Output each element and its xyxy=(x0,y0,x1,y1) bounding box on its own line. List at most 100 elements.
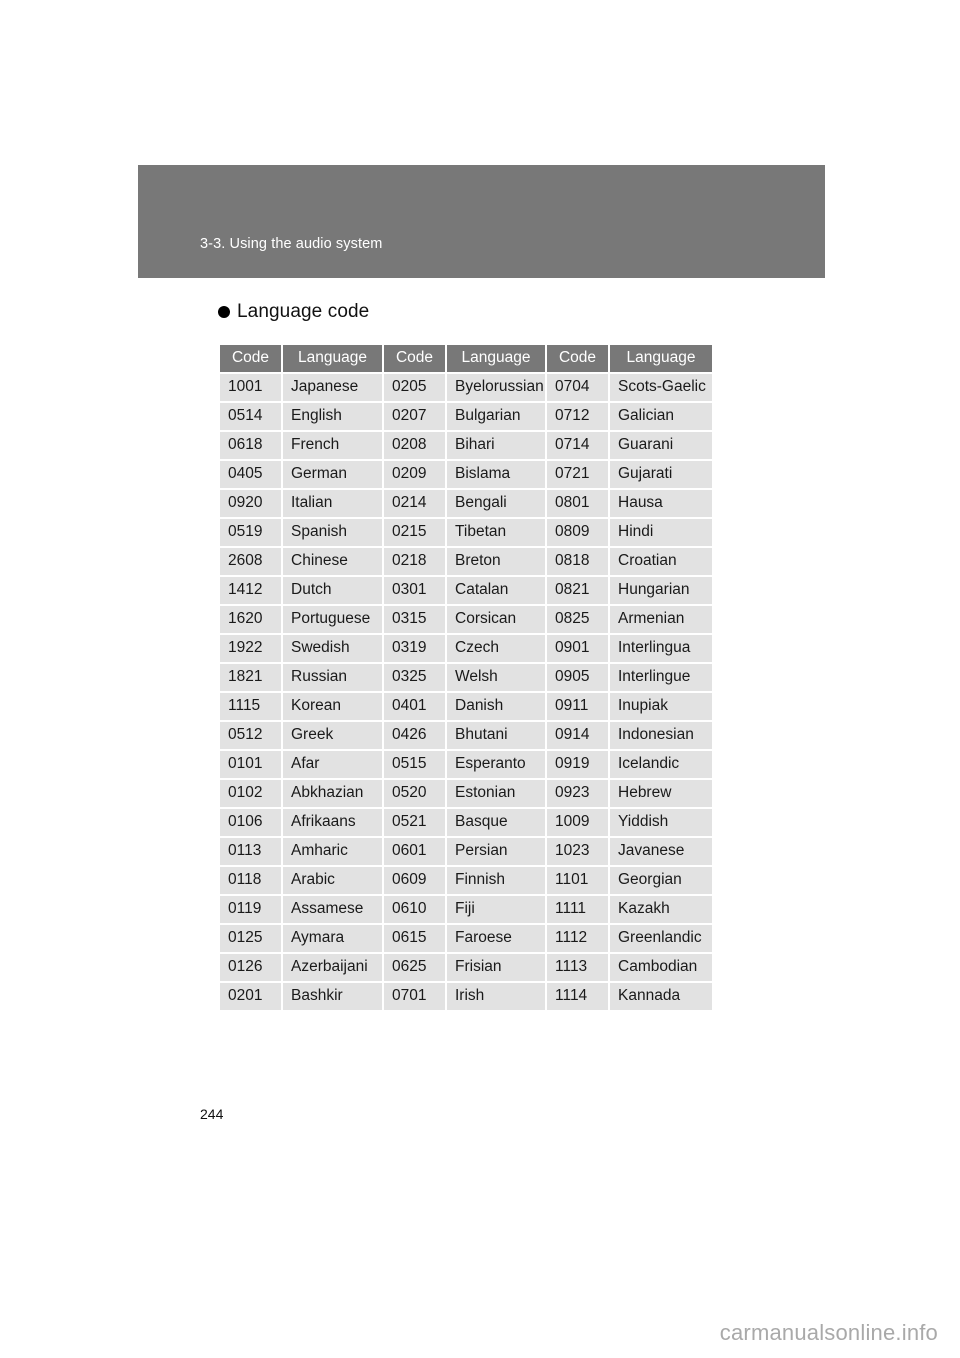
language-cell: Icelandic xyxy=(610,751,712,780)
language-cell: Interlingue xyxy=(610,664,712,693)
code-cell: 0712 xyxy=(547,403,610,432)
language-cell: Fiji xyxy=(447,896,547,925)
code-cell: 0521 xyxy=(384,809,447,838)
table-row: 1821 Russian 0325 Welsh 0905 Interlingue xyxy=(220,664,712,693)
code-cell: 0426 xyxy=(384,722,447,751)
code-cell: 0102 xyxy=(220,780,283,809)
code-cell: 0601 xyxy=(384,838,447,867)
code-cell: 1009 xyxy=(547,809,610,838)
column-header-2: Code xyxy=(384,345,447,374)
code-cell: 0207 xyxy=(384,403,447,432)
code-cell: 1101 xyxy=(547,867,610,896)
language-cell: Bengali xyxy=(447,490,547,519)
code-cell: 0113 xyxy=(220,838,283,867)
language-cell: Assamese xyxy=(283,896,384,925)
manual-page: 3-3. Using the audio system Language cod… xyxy=(0,0,960,1358)
language-cell: Bhutani xyxy=(447,722,547,751)
code-cell: 0905 xyxy=(547,664,610,693)
code-cell: 1001 xyxy=(220,374,283,403)
table-row: 0519 Spanish 0215 Tibetan 0809 Hindi xyxy=(220,519,712,548)
code-cell: 0401 xyxy=(384,693,447,722)
column-header-5: Language xyxy=(610,345,712,374)
code-cell: 0106 xyxy=(220,809,283,838)
table-row: 1115 Korean 0401 Danish 0911 Inupiak xyxy=(220,693,712,722)
language-code-table: Code Language Code Language Code Language 100… xyxy=(220,345,712,1010)
language-cell: Catalan xyxy=(447,577,547,606)
table-header: Code Language Code Language Code Language xyxy=(220,345,712,374)
code-cell: 0205 xyxy=(384,374,447,403)
language-cell: Afar xyxy=(283,751,384,780)
code-cell: 0118 xyxy=(220,867,283,896)
language-cell: Russian xyxy=(283,664,384,693)
table-row: 1620 Portuguese 0315 Corsican 0825 Armenian xyxy=(220,606,712,635)
column-header-4: Code xyxy=(547,345,610,374)
section-header-band: 3-3. Using the audio system xyxy=(138,165,825,278)
language-cell: Breton xyxy=(447,548,547,577)
table-row: 0126 Azerbaijani 0625 Frisian 1113 Cambodian xyxy=(220,954,712,983)
code-cell: 0610 xyxy=(384,896,447,925)
code-cell: 1115 xyxy=(220,693,283,722)
table-row: 0102 Abkhazian 0520 Estonian 0923 Hebrew xyxy=(220,780,712,809)
code-cell: 0405 xyxy=(220,461,283,490)
language-cell: Georgian xyxy=(610,867,712,896)
code-cell: 0809 xyxy=(547,519,610,548)
language-cell: Guarani xyxy=(610,432,712,461)
section-title: 3-3. Using the audio system xyxy=(200,236,383,252)
language-cell: Afrikaans xyxy=(283,809,384,838)
table-row: 0618 French 0208 Bihari 0714 Guarani xyxy=(220,432,712,461)
language-cell: Corsican xyxy=(447,606,547,635)
language-cell: Japanese xyxy=(283,374,384,403)
language-cell: Kazakh xyxy=(610,896,712,925)
code-cell: 0119 xyxy=(220,896,283,925)
table-row: 2608 Chinese 0218 Breton 0818 Croatian xyxy=(220,548,712,577)
language-cell: Danish xyxy=(447,693,547,722)
code-cell: 0923 xyxy=(547,780,610,809)
code-cell: 0514 xyxy=(220,403,283,432)
code-cell: 0609 xyxy=(384,867,447,896)
language-cell: Croatian xyxy=(610,548,712,577)
language-cell: Armenian xyxy=(610,606,712,635)
code-cell: 0515 xyxy=(384,751,447,780)
language-cell: Cambodian xyxy=(610,954,712,983)
language-cell: German xyxy=(283,461,384,490)
code-cell: 0704 xyxy=(547,374,610,403)
column-header-3: Language xyxy=(447,345,547,374)
language-cell: Kannada xyxy=(610,983,712,1010)
code-cell: 2608 xyxy=(220,548,283,577)
code-cell: 1412 xyxy=(220,577,283,606)
language-cell: Hindi xyxy=(610,519,712,548)
code-cell: 0625 xyxy=(384,954,447,983)
code-cell: 0201 xyxy=(220,983,283,1010)
code-cell: 1114 xyxy=(547,983,610,1010)
site-watermark: carmanualsonline.info xyxy=(719,1320,938,1345)
table-body: 1001 Japanese 0205 Byelorussian 0704 Scots-Ga… xyxy=(220,374,712,1010)
code-cell: 0914 xyxy=(547,722,610,751)
language-cell: Hungarian xyxy=(610,577,712,606)
table-row: 0405 German 0209 Bislama 0721 Gujarati xyxy=(220,461,712,490)
language-cell: Finnish xyxy=(447,867,547,896)
table-row: 0119 Assamese 0610 Fiji 1111 Kazakh xyxy=(220,896,712,925)
table-row: 0514 English 0207 Bulgarian 0712 Galician xyxy=(220,403,712,432)
code-cell: 0301 xyxy=(384,577,447,606)
code-cell: 0214 xyxy=(384,490,447,519)
code-cell: 1821 xyxy=(220,664,283,693)
subsection-heading: Language code xyxy=(218,301,369,323)
code-cell: 0801 xyxy=(547,490,610,519)
code-cell: 0512 xyxy=(220,722,283,751)
language-cell: Welsh xyxy=(447,664,547,693)
code-cell: 0218 xyxy=(384,548,447,577)
code-cell: 1922 xyxy=(220,635,283,664)
language-cell: Persian xyxy=(447,838,547,867)
language-cell: Yiddish xyxy=(610,809,712,838)
table-row: 0920 Italian 0214 Bengali 0801 Hausa xyxy=(220,490,712,519)
language-cell: Korean xyxy=(283,693,384,722)
code-cell: 0125 xyxy=(220,925,283,954)
language-cell: Indonesian xyxy=(610,722,712,751)
code-cell: 1023 xyxy=(547,838,610,867)
table-row: 0118 Arabic 0609 Finnish 1101 Georgian xyxy=(220,867,712,896)
code-cell: 0615 xyxy=(384,925,447,954)
language-cell: Swedish xyxy=(283,635,384,664)
code-cell: 0919 xyxy=(547,751,610,780)
code-cell: 0721 xyxy=(547,461,610,490)
language-cell: Dutch xyxy=(283,577,384,606)
